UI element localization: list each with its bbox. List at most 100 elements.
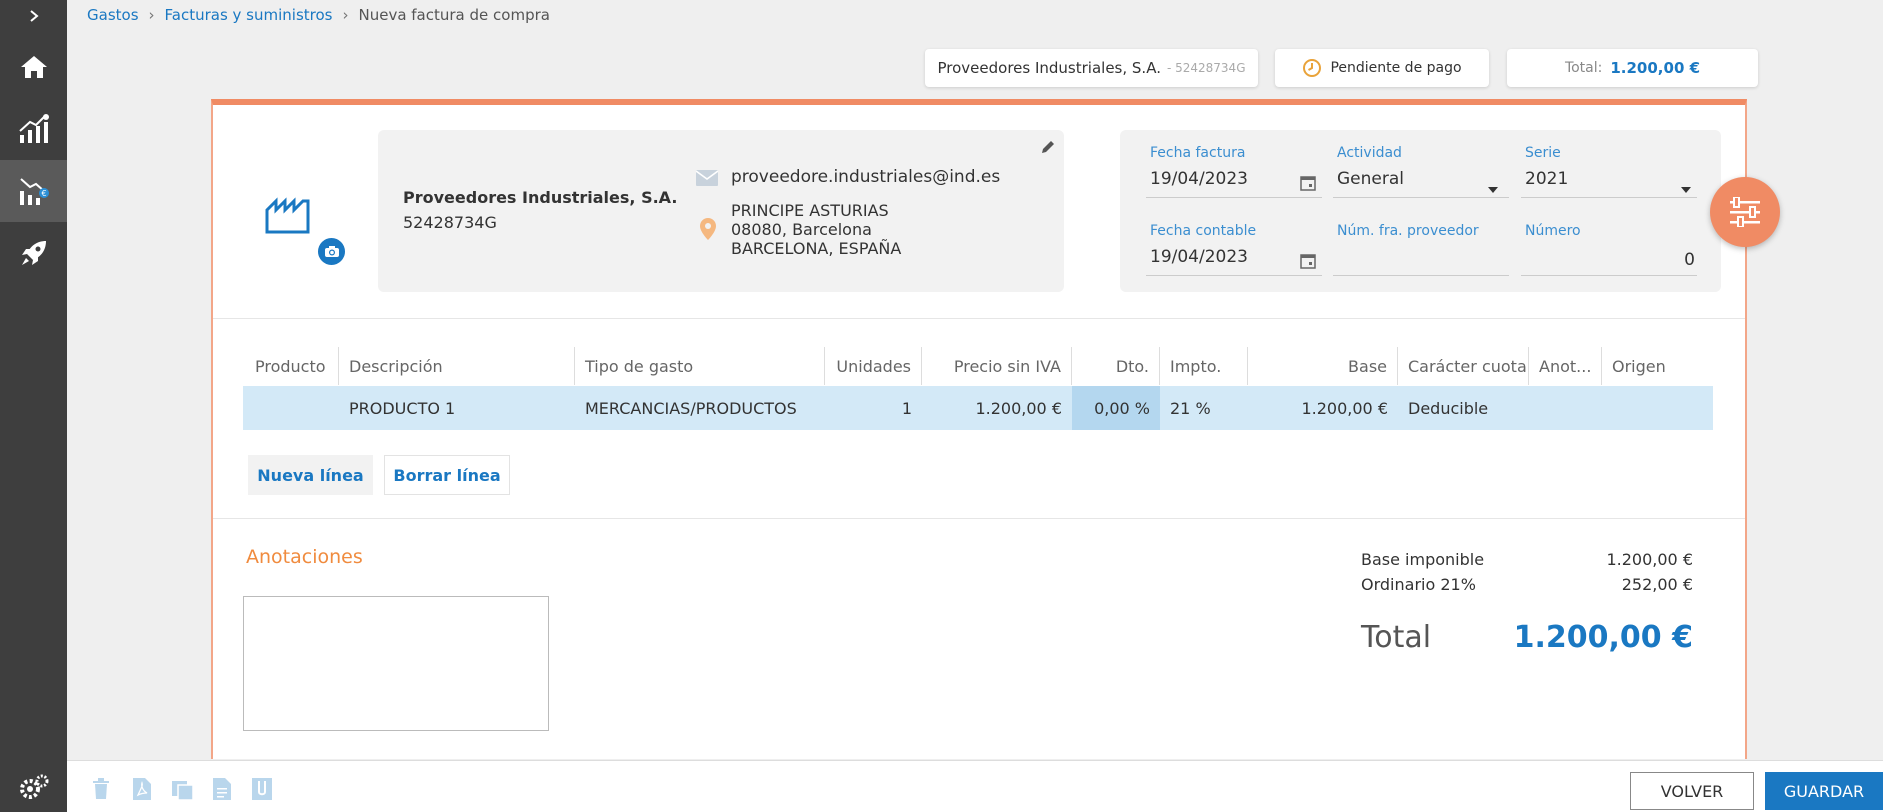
location-pin-icon [700, 218, 716, 244]
payment-status-card[interactable]: Pendiente de pago [1275, 49, 1489, 87]
fecha-contable-field[interactable]: Fecha contable 19/04/2023 [1146, 223, 1322, 276]
total-summary-label: Total: [1564, 60, 1603, 76]
cell-descripcion[interactable]: PRODUCTO 1 [339, 386, 575, 430]
edit-pencil-icon[interactable] [1040, 139, 1056, 159]
cell-impto[interactable]: 21 % [1160, 386, 1248, 430]
calendar-icon[interactable] [1300, 175, 1316, 195]
guardar-button[interactable]: GUARDAR [1765, 772, 1883, 810]
col-header-unidades[interactable]: Unidades [825, 347, 922, 385]
col-header-base[interactable]: Base [1248, 347, 1398, 385]
num-fra-proveedor-label: Núm. fra. proveedor [1337, 223, 1479, 239]
col-header-impto[interactable]: Impto. [1160, 347, 1248, 385]
iva-value: 252,00 € [1621, 575, 1693, 594]
email-icon [695, 170, 719, 190]
total-summary-card: Total: 1.200,00 € [1507, 49, 1758, 87]
numero-value[interactable]: 0 [1684, 250, 1695, 270]
attachment-icon[interactable] [252, 778, 272, 800]
serie-value[interactable]: 2021 [1525, 169, 1568, 189]
fecha-contable-value[interactable]: 19/04/2023 [1150, 247, 1248, 267]
dropdown-arrow-icon[interactable] [1680, 179, 1692, 198]
supplier-address: PRINCIPE ASTURIAS 08080, Barcelona BARCE… [731, 201, 901, 258]
trash-icon[interactable] [92, 778, 112, 800]
total-value: 1.200,00 € [1513, 620, 1693, 655]
camera-icon[interactable] [318, 238, 345, 265]
supplier-details-box[interactable]: Proveedores Industriales, S.A. 52428734G… [378, 130, 1064, 292]
col-header-producto[interactable]: Producto [243, 347, 339, 385]
address-line-2: 08080, Barcelona [731, 220, 872, 239]
fecha-factura-field[interactable]: Fecha factura 19/04/2023 [1146, 145, 1322, 198]
fecha-factura-label: Fecha factura [1150, 145, 1246, 161]
clock-icon [1302, 58, 1322, 78]
iva-label: Ordinario 21% [1361, 575, 1476, 594]
calendar-icon[interactable] [1300, 253, 1316, 273]
breadcrumb-current: Nueva factura de compra [358, 6, 550, 24]
rocket-icon[interactable] [0, 222, 67, 284]
factory-icon [265, 194, 311, 238]
col-header-precio[interactable]: Precio sin IVA [922, 347, 1072, 385]
borrar-linea-button[interactable]: Borrar línea [384, 455, 510, 495]
document-icon[interactable] [212, 778, 232, 800]
payment-status-text: Pendiente de pago [1330, 60, 1462, 76]
supplier-summary-nif: - 52428734G [1166, 61, 1246, 75]
cell-tipo-gasto[interactable]: MERCANCIAS/PRODUCTOS [575, 386, 825, 430]
home-icon[interactable] [0, 36, 67, 98]
cell-producto[interactable] [243, 386, 339, 430]
expenses-icon[interactable]: € [0, 160, 67, 222]
svg-text:€: € [41, 189, 46, 198]
invoice-meta-box: Fecha factura 19/04/2023 Actividad Gener… [1120, 130, 1721, 292]
serie-label: Serie [1525, 145, 1561, 161]
col-header-dto[interactable]: Dto. [1072, 347, 1160, 385]
numero-label: Número [1525, 223, 1581, 239]
cell-anotaciones[interactable] [1529, 386, 1602, 430]
actividad-value[interactable]: General [1337, 169, 1404, 189]
supplier-email: proveedore.industriales@ind.es [731, 167, 1001, 187]
breadcrumb-link-facturas[interactable]: Facturas y suministros [165, 6, 333, 24]
cell-precio[interactable]: 1.200,00 € [922, 386, 1072, 430]
fecha-factura-value[interactable]: 19/04/2023 [1150, 169, 1248, 189]
cell-caracter-cuota[interactable]: Deducible [1398, 386, 1529, 430]
col-header-anotaciones[interactable]: Anot... [1529, 347, 1602, 385]
supplier-summary-card[interactable]: Proveedores Industriales, S.A. - 5242873… [925, 49, 1258, 87]
total-summary-value: 1.200,00 € [1610, 59, 1701, 77]
supplier-summary-name: Proveedores Industriales, S.A. [937, 59, 1161, 77]
cell-unidades[interactable]: 1 [825, 386, 922, 430]
cell-dto[interactable]: 0,00 % [1072, 386, 1160, 430]
table-row[interactable]: PRODUCTO 1 MERCANCIAS/PRODUCTOS 1 1.200,… [243, 386, 1713, 430]
breadcrumb: Gastos › Facturas y suministros › Nueva … [87, 6, 550, 24]
expand-sidebar-icon[interactable] [0, 0, 67, 32]
anotaciones-textarea[interactable] [243, 596, 549, 731]
anotaciones-title: Anotaciones [246, 546, 363, 568]
col-header-tipo-gasto[interactable]: Tipo de gasto [575, 347, 825, 385]
dropdown-arrow-icon[interactable] [1487, 179, 1499, 198]
cell-origen[interactable] [1602, 386, 1713, 430]
supplier-name: Proveedores Industriales, S.A. [403, 188, 678, 207]
filter-settings-fab[interactable] [1710, 177, 1780, 247]
num-fra-proveedor-field[interactable]: Núm. fra. proveedor [1333, 223, 1509, 276]
sidebar: € [0, 0, 67, 812]
col-header-origen[interactable]: Origen [1602, 347, 1713, 385]
sliders-icon [1728, 197, 1762, 227]
col-header-caracter-cuota[interactable]: Carácter cuota [1398, 347, 1529, 385]
base-imponible-value: 1.200,00 € [1606, 550, 1693, 569]
analytics-icon[interactable] [0, 98, 67, 160]
nueva-linea-button[interactable]: Nueva línea [248, 455, 373, 495]
address-line-3: BARCELONA, ESPAÑA [731, 239, 902, 258]
breadcrumb-link-gastos[interactable]: Gastos [87, 6, 139, 24]
actividad-label: Actividad [1337, 145, 1402, 161]
cell-base[interactable]: 1.200,00 € [1248, 386, 1398, 430]
chevron-right-icon: › [342, 6, 349, 24]
settings-icon[interactable] [0, 757, 67, 812]
invoice-form: Proveedores Industriales, S.A. 52428734G… [211, 99, 1747, 759]
pdf-icon[interactable] [132, 778, 152, 800]
actividad-field[interactable]: Actividad General [1333, 145, 1509, 198]
total-label: Total [1361, 620, 1432, 655]
address-line-1: PRINCIPE ASTURIAS [731, 201, 889, 220]
volver-button[interactable]: VOLVER [1630, 772, 1754, 810]
copy-icon[interactable] [172, 778, 194, 801]
numero-field[interactable]: Número 0 [1521, 223, 1697, 276]
fecha-contable-label: Fecha contable [1150, 223, 1257, 239]
col-header-descripcion[interactable]: Descripción [339, 347, 575, 385]
supplier-nif: 52428734G [403, 213, 497, 232]
serie-field[interactable]: Serie 2021 [1521, 145, 1697, 198]
base-imponible-label: Base imponible [1361, 550, 1485, 569]
